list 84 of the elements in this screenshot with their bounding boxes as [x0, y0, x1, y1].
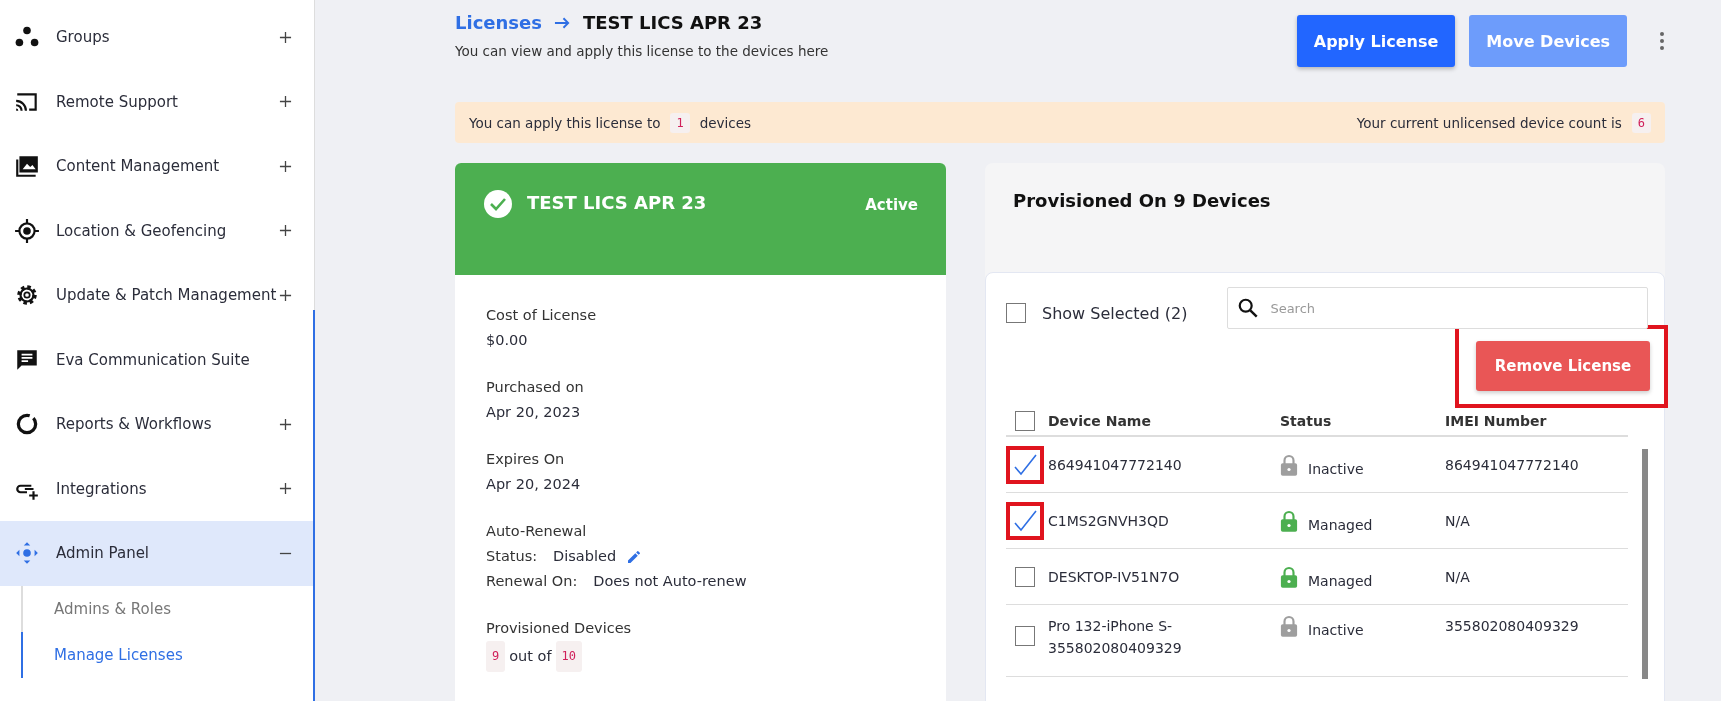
column-header: Device Name: [1048, 413, 1152, 429]
panel-title: Provisioned On 9 Devices: [1013, 190, 1272, 213]
sidebar-item[interactable]: Integrations: [0, 456, 314, 521]
count-chip: 6: [1631, 112, 1651, 133]
device-name-cell-text: 864941047772140: [1048, 455, 1183, 475]
page-title: TEST LICS APR 23: [582, 12, 763, 33]
sidebar-item[interactable]: Content Management: [0, 134, 314, 199]
sidebar-item[interactable]: Location & Geofencing: [0, 198, 314, 263]
sidebar-label: Content Management: [56, 157, 221, 176]
field-label: Auto-Renewal: [486, 522, 588, 541]
plus-icon[interactable]: [279, 224, 292, 238]
imei-cell-text: N/A: [1445, 511, 1471, 531]
sidebar-label: Location & Geofencing: [56, 221, 228, 240]
status-cell-text: Inactive: [1308, 459, 1364, 479]
field-label: Provisioned Devices: [486, 619, 633, 638]
sidebar-item[interactable]: Update & Patch Management: [0, 263, 314, 328]
column-header: Status: [1280, 413, 1333, 429]
photos-icon: [14, 153, 40, 180]
status-cell-text: Managed: [1308, 515, 1373, 535]
field-value: out of: [509, 647, 552, 666]
license-title: TEST LICS APR 23: [527, 192, 708, 213]
banner-text: Your current unlicensed device count is: [1356, 114, 1622, 131]
field-value: $0.00: [486, 331, 529, 350]
target-icon: [14, 217, 40, 244]
submenu-item[interactable]: Admins & Roles: [21, 585, 171, 632]
status-cell-text: Managed: [1308, 571, 1373, 591]
count-chip: 10: [555, 641, 583, 672]
status-cell-text: Inactive: [1308, 621, 1364, 640]
plus-icon[interactable]: [279, 95, 292, 109]
sidebar-item[interactable]: Admin Panel: [0, 521, 314, 586]
field-value: Apr 20, 2023: [486, 403, 582, 422]
checkbox[interactable]: [1006, 303, 1026, 323]
plus-icon[interactable]: [279, 288, 292, 302]
imei-cell-text: N/A: [1445, 567, 1471, 587]
sidebar-label: Admin Panel: [56, 544, 151, 563]
sidebar-item[interactable]: Groups: [0, 5, 314, 70]
more-options-icon[interactable]: [1659, 31, 1665, 51]
submenu-item[interactable]: Manage Licenses: [21, 631, 183, 678]
field-label: Purchased on: [486, 378, 585, 397]
sidebar-label: Groups: [56, 28, 111, 47]
field-label: Expires On: [486, 450, 566, 469]
device-name-cell-text: DESKTOP-IV51N7O: [1048, 567, 1181, 587]
row-checkbox[interactable]: [1015, 566, 1035, 587]
banner-text: devices: [699, 114, 752, 131]
search-field[interactable]: Search: [1227, 287, 1648, 329]
remove-license-button[interactable]: Remove License: [1476, 341, 1650, 391]
field-value: Disabled: [553, 547, 617, 566]
count-chip: 9: [486, 641, 506, 672]
check-circle-icon: [483, 189, 513, 219]
imei-cell-text: 864941047772140: [1445, 455, 1580, 475]
sidebar-label: Reports & Workflows: [56, 415, 213, 434]
sidebar-label: Integrations: [56, 479, 148, 498]
sidebar-item[interactable]: Eva Communication Suite: [0, 327, 314, 392]
field-label: Cost of License: [486, 306, 598, 325]
sidebar-label: Eva Communication Suite: [56, 350, 251, 369]
arrow-right-icon: [553, 16, 571, 29]
device-name-cell-text: C1MS2GNVH3QD: [1048, 511, 1170, 531]
pencil-icon[interactable]: [626, 548, 643, 565]
row-checkbox[interactable]: [1015, 626, 1035, 646]
sidebar-label: Update & Patch Management: [56, 286, 278, 305]
page-subtitle: You can view and apply this license to the devices here: [455, 43, 829, 59]
count-chip: 1: [670, 112, 690, 133]
plus-icon[interactable]: [279, 417, 292, 431]
column-header: IMEI Number: [1445, 413, 1548, 429]
license-status: Active: [865, 196, 918, 214]
plus-icon[interactable]: [279, 159, 292, 173]
search-icon: [1237, 297, 1260, 319]
banner-text: You can apply this license to: [469, 114, 661, 131]
plus-icon[interactable]: [279, 30, 292, 44]
sidebar-item[interactable]: Reports & Workflows: [0, 392, 314, 457]
plus-icon[interactable]: [279, 482, 292, 496]
field-label: Status:: [486, 547, 538, 566]
breadcrumb-link[interactable]: Licenses: [455, 12, 542, 33]
field-label: Renewal On:: [486, 572, 578, 591]
field-value: Apr 20, 2024: [486, 475, 582, 494]
select-all-checkbox[interactable]: [1015, 411, 1035, 431]
sidebar-item[interactable]: Remote Support: [0, 69, 314, 134]
field-value: Does not Auto-renew: [593, 572, 747, 591]
scrollbar[interactable]: [1642, 449, 1648, 679]
imei-cell-text: 355802080409329: [1445, 617, 1580, 636]
device-name-cell-text: Pro 132-iPhone S-355802080409329: [1048, 617, 1183, 658]
action-button[interactable]: Apply License: [1296, 15, 1456, 67]
checkbox-label: Show Selected (2): [1042, 303, 1188, 323]
sidebar-label: Remote Support: [56, 92, 179, 111]
